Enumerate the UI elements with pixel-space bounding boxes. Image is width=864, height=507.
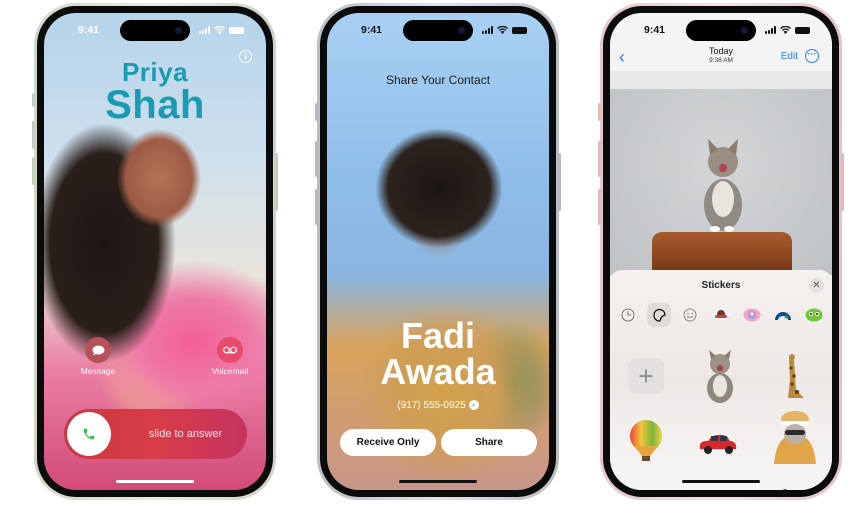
volume-up-button — [598, 141, 601, 177]
phone-number: (917) 555-0925 — [397, 400, 466, 411]
conversation-title: Today — [708, 46, 734, 56]
battery-icon — [512, 26, 527, 34]
caller-last-name: Shah — [105, 83, 205, 127]
wifi-icon — [780, 26, 791, 34]
battery-icon — [795, 26, 810, 34]
cellular-signal-icon — [199, 26, 210, 34]
share-button[interactable]: Share — [441, 429, 537, 456]
phone-number-selector[interactable]: (917) 555-0925 ⌄ — [327, 400, 549, 411]
side-button — [275, 153, 278, 211]
sticker-partial-red[interactable] — [780, 486, 794, 490]
message-button[interactable]: Message — [68, 337, 128, 376]
sticker-kitten[interactable] — [702, 350, 738, 404]
sticker-category-bar — [616, 303, 832, 327]
message-photo-kitten[interactable] — [610, 89, 832, 275]
edit-button[interactable]: Edit — [781, 51, 798, 62]
volume-up-button — [315, 141, 318, 177]
phone-messages-stickers: ‹ Today 9:38 AM Edit ··· 9:41 Stickers ✕… — [598, 3, 844, 500]
voicemail-button[interactable]: Voicemail — [200, 337, 260, 376]
receive-only-button[interactable]: Receive Only — [340, 429, 436, 456]
phone-incoming-call: 9:41 i Priya Shah Message Voicemail slid… — [32, 3, 278, 500]
status-bar: 9:41 — [44, 22, 266, 38]
pink-character-icon[interactable] — [740, 303, 764, 327]
home-indicator[interactable] — [116, 480, 194, 483]
stickers-sheet: Stickers ✕ + — [610, 270, 832, 490]
home-indicator[interactable] — [399, 480, 477, 483]
cellular-signal-icon — [765, 26, 776, 34]
voicemail-label: Voicemail — [211, 366, 249, 376]
home-indicator[interactable] — [682, 480, 760, 483]
status-time: 9:41 — [361, 24, 383, 36]
slide-to-answer-slider[interactable]: slide to answer — [64, 409, 247, 459]
message-bubble-icon — [85, 337, 111, 363]
landscape-sticker-icon[interactable] — [771, 303, 795, 327]
character-sticker-icon[interactable] — [709, 303, 733, 327]
status-time: 9:41 — [78, 24, 100, 36]
wifi-icon — [497, 26, 508, 34]
cellular-signal-icon — [482, 26, 493, 34]
sticker-hot-air-balloon[interactable] — [628, 420, 664, 462]
volume-down-button — [315, 189, 318, 225]
ellipsis-circle-icon[interactable]: ··· — [805, 49, 819, 63]
message-header-strip — [610, 71, 832, 89]
sticker-cat-in-hat[interactable] — [770, 410, 820, 464]
volume-up-button — [32, 121, 35, 149]
add-sticker-button[interactable]: + — [628, 358, 664, 394]
phone-share-contact: 9:41 Share Your Contact Fadi Awada (917)… — [315, 3, 561, 500]
smiley-icon[interactable] — [678, 303, 702, 327]
wifi-icon — [214, 26, 225, 34]
chevron-down-icon: ⌄ — [468, 400, 479, 411]
contact-last-name: Awada — [380, 351, 496, 392]
share-contact-title: Share Your Contact — [385, 73, 491, 87]
screen: ‹ Today 9:38 AM Edit ··· 9:41 Stickers ✕… — [610, 13, 832, 490]
kitten-image — [704, 139, 742, 232]
side-button — [841, 153, 844, 211]
action-button — [315, 103, 318, 121]
action-button — [32, 93, 35, 107]
sticker-giraffe[interactable] — [782, 350, 806, 400]
side-button — [558, 153, 561, 211]
conversation-timestamp: 9:38 AM — [709, 57, 733, 64]
volume-down-button — [32, 157, 35, 185]
green-bird-icon[interactable] — [802, 303, 826, 327]
message-label: Message — [80, 366, 116, 376]
status-bar: 9:41 — [327, 22, 549, 38]
screen: 9:41 Share Your Contact Fadi Awada (917)… — [327, 13, 549, 490]
leather-ottoman — [652, 232, 792, 275]
status-time: 9:41 — [644, 24, 666, 36]
status-bar: 9:41 — [610, 22, 832, 38]
clock-icon[interactable] — [616, 303, 640, 327]
sticker-peel-icon[interactable] — [647, 303, 671, 327]
screen: 9:41 i Priya Shah Message Voicemail slid… — [44, 13, 266, 490]
action-button — [598, 103, 601, 121]
phone-icon — [83, 428, 95, 440]
close-icon[interactable]: ✕ — [809, 278, 824, 293]
stickers-title: Stickers — [701, 280, 741, 291]
battery-icon — [229, 26, 244, 34]
volume-down-button — [598, 189, 601, 225]
voicemail-icon — [217, 337, 243, 363]
answer-knob[interactable] — [67, 412, 111, 456]
slide-to-answer-label: slide to answer — [148, 428, 223, 440]
sticker-red-car[interactable] — [696, 432, 740, 456]
